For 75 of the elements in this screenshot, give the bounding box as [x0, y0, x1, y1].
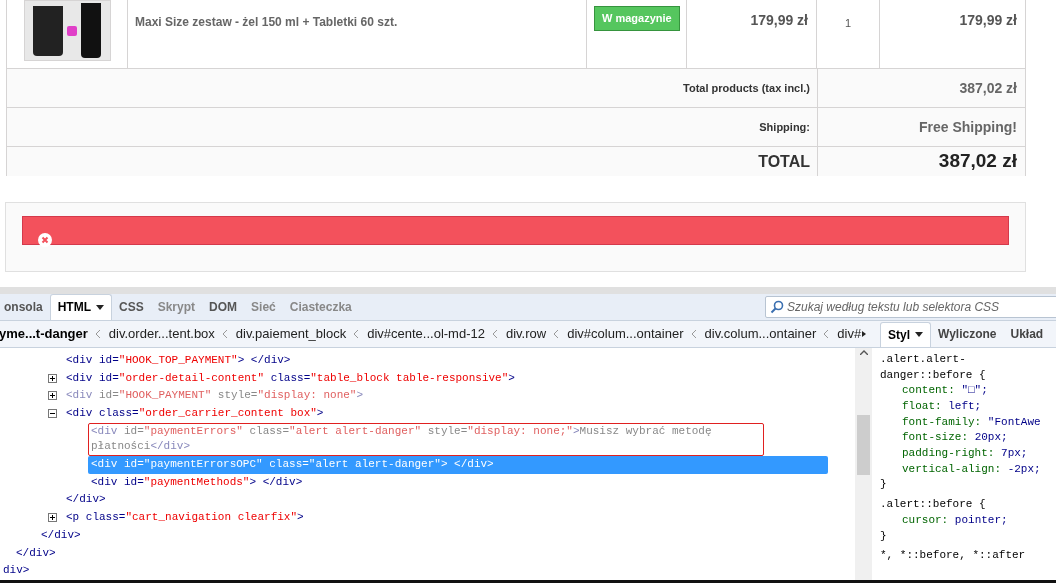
summary-label: Shipping: — [759, 119, 810, 135]
summary-value: 387,02 zł — [938, 149, 1017, 174]
search-field[interactable]: Szukaj według tekstu lub selektora CSS — [765, 295, 1056, 318]
css-selector: .alert.alert-danger::before { — [880, 351, 987, 383]
css-value: -2px; — [1007, 462, 1041, 475]
devtools-tab[interactable]: DOM — [202, 293, 245, 320]
html-tree-node[interactable]: <div id="paymentMethods"> </div> — [88, 473, 306, 492]
breadcrumb-item[interactable]: div#colum...ontainer — [567, 324, 684, 344]
chevron-left-icon — [554, 329, 560, 338]
html-tree-node[interactable]: </div> — [63, 491, 109, 510]
availability-label: W magazynie — [594, 6, 680, 31]
unit-price: 179,99 zł — [750, 12, 808, 28]
expand-icon[interactable] — [48, 513, 57, 523]
chevron-left-icon — [222, 329, 228, 338]
css-brace: } — [880, 528, 887, 544]
product-name[interactable]: Maxi Size zestaw - żel 150 ml + Tabletki 60 szt. — [135, 15, 398, 29]
expand-icon[interactable] — [48, 373, 57, 383]
html-tree-node[interactable]: <div id="HOOK_TOP_PAYMENT"> </div> — [63, 351, 294, 370]
css-selector: .alert::before { — [880, 497, 987, 513]
css-value: left; — [948, 399, 982, 412]
scrollbar-thumb[interactable] — [857, 414, 870, 475]
css-value: 20px; — [974, 431, 1008, 444]
chevron-left-icon — [95, 329, 101, 338]
caret-icon — [915, 332, 923, 338]
css-brace: } — [880, 477, 887, 493]
css-value: pointer; — [954, 513, 1008, 526]
html-tree-node[interactable]: div> — [0, 562, 33, 580]
html-tree-node[interactable]: </div> — [38, 526, 84, 545]
breadcrumb-item[interactable]: div#cente...ol-md-12 — [367, 324, 485, 344]
css-property: cursor: — [902, 513, 949, 526]
breadcrumb-item[interactable]: div.order...tent.box — [108, 324, 215, 344]
side-panel-tab[interactable]: Styl — [880, 321, 931, 347]
summary-value: Free Shipping! — [919, 117, 1017, 137]
css-property: content: — [902, 384, 955, 397]
summary-label: Total products (tax incl.) — [683, 80, 810, 96]
css-property: padding-right: — [902, 447, 995, 460]
devtools-tab[interactable]: CSS — [112, 293, 151, 320]
breadcrumb-item[interactable]: div.row — [505, 324, 547, 344]
line-total: 179,99 zł — [959, 12, 1017, 28]
expand-icon[interactable] — [48, 391, 57, 401]
css-property: font-family: — [902, 415, 982, 428]
breadcrumb-item[interactable]: div.paiement_block — [235, 324, 347, 344]
scroll-up-icon[interactable] — [859, 349, 868, 355]
css-selector: *, *::before, *::after — [880, 548, 1027, 564]
devtools-tab[interactable]: HTML — [49, 293, 112, 320]
breadcrumb-item[interactable]: div.colum...ontainer — [704, 324, 817, 344]
html-tree-node[interactable]: <div class="order_carrier_content box"> — [63, 404, 327, 423]
side-panel-tab[interactable]: Wyliczone — [931, 321, 1004, 347]
scrollbar[interactable] — [855, 347, 872, 580]
collapse-icon[interactable] — [48, 408, 57, 418]
chevron-left-icon — [824, 329, 830, 338]
chevron-left-icon — [691, 329, 697, 338]
summary-label: TOTAL — [758, 151, 810, 172]
scroll-right-icon[interactable] — [862, 330, 867, 337]
html-tree-node[interactable]: <div id="paymentErrors" class="alert alert-danger" style="display: none;">Musisz wybrać metodę płatności</div> — [88, 422, 764, 457]
devtools-tab[interactable]: onsola — [0, 293, 50, 320]
chevron-left-icon — [492, 329, 498, 338]
css-property: float: — [902, 399, 942, 412]
css-value: "FontAwe — [987, 415, 1041, 428]
html-tree-node[interactable]: <div id="HOOK_PAYMENT" style="display: none"> — [63, 387, 367, 405]
css-value: 7px; — [1001, 447, 1028, 460]
quantity-text: 1 — [844, 17, 852, 29]
chevron-left-icon — [354, 329, 360, 338]
caret-icon — [96, 304, 104, 310]
css-property: vertical-align: — [902, 462, 1002, 475]
html-tree-node[interactable]: <p class="cart_navigation clearfix"> — [63, 509, 307, 527]
summary-value: 387,02 zł — [959, 78, 1017, 98]
html-tree-node[interactable]: <div id="order-detail-content" class="table_block table-responsive"> — [63, 369, 518, 388]
breadcrumb-item[interactable]: div# — [837, 324, 862, 344]
search-icon — [770, 299, 784, 314]
css-property: font-size: — [902, 431, 968, 444]
html-tree-node[interactable]: </div> — [13, 544, 59, 563]
close-icon[interactable] — [38, 232, 52, 247]
css-value: "□"; — [961, 384, 988, 397]
side-panel-tab[interactable]: Układ — [1003, 321, 1051, 347]
